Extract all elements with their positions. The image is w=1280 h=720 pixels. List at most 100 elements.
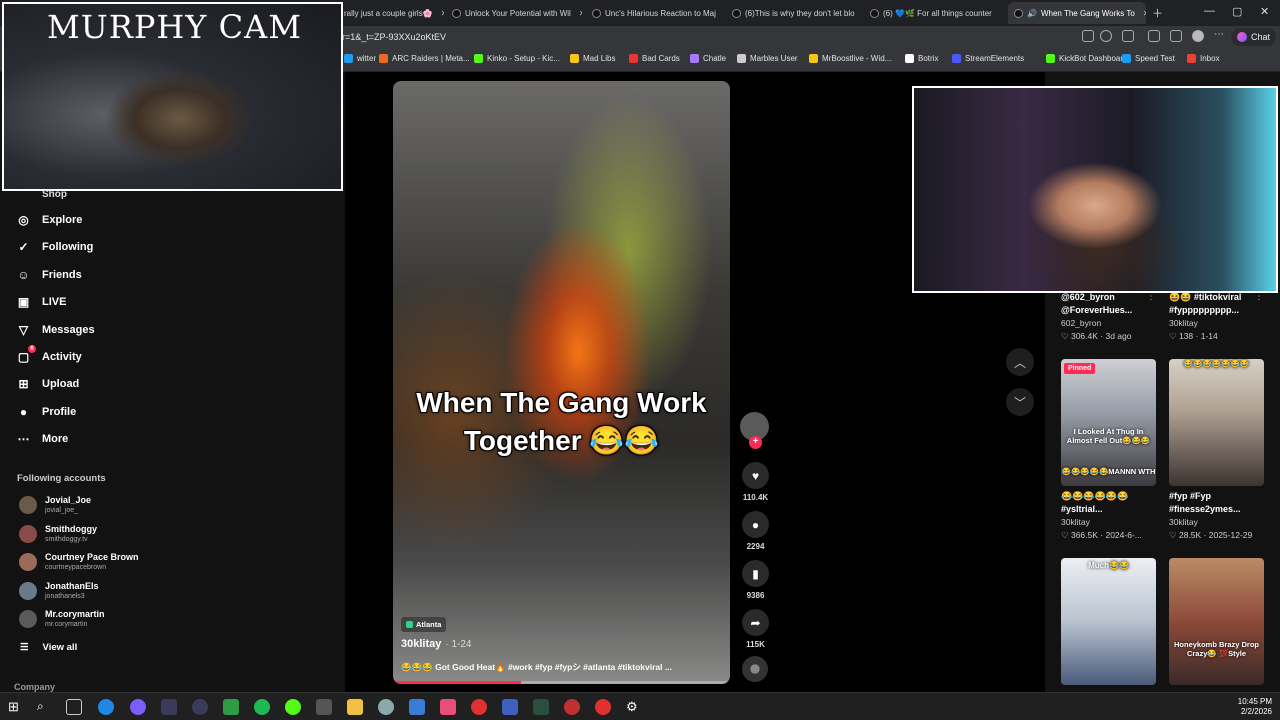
company-link[interactable]: Company xyxy=(14,682,55,692)
extension-icon[interactable] xyxy=(1122,30,1134,42)
more-icon: ⋯ xyxy=(17,432,30,447)
share-button[interactable]: ➦ 115K xyxy=(740,609,771,649)
sidebar-item-shop[interactable]: Shop xyxy=(42,189,67,200)
task-view-icon[interactable] xyxy=(66,699,82,715)
account-name: Courtney Pace Brown xyxy=(45,552,139,563)
view-all-button[interactable]: ☰ View all xyxy=(20,642,77,653)
sidebar-item-activity[interactable]: ▢ 6 Activity xyxy=(16,344,82,367)
bookmark-item[interactable]: Marbles User xyxy=(737,54,798,63)
app-icon[interactable] xyxy=(161,699,177,715)
next-video-button[interactable]: ﹀ xyxy=(1006,388,1034,416)
location-tag[interactable]: Atlanta xyxy=(401,617,447,632)
translate-icon[interactable] xyxy=(1082,30,1094,42)
video-thumbnail[interactable]: I Looked At Thug In Almost Fell Out😂😂😂 😂… xyxy=(1061,359,1156,486)
app-icon[interactable] xyxy=(595,699,611,715)
copilot-chat-button[interactable]: Chat xyxy=(1230,28,1276,46)
following-account[interactable]: JonathanEls jonathanels3 xyxy=(19,580,99,602)
bookmark-item[interactable]: Bad Cards xyxy=(629,54,680,63)
sidebar-item-more[interactable]: ⋯ More xyxy=(16,429,69,449)
windows-start-icon[interactable]: ⊞ xyxy=(8,699,24,715)
sidebar-item-friends[interactable]: ☺ Friends xyxy=(16,265,81,285)
app-icon[interactable] xyxy=(130,699,146,715)
split-screen-icon[interactable] xyxy=(1170,30,1182,42)
bookmark-item[interactable]: KickBot Dashboard xyxy=(1046,54,1127,63)
file-explorer-icon[interactable] xyxy=(347,699,363,715)
like-button[interactable]: ♥ 110.4K xyxy=(740,462,771,502)
bookmark-item[interactable]: StreamElements xyxy=(952,54,1024,63)
video-author[interactable]: 30klitay · 1-24 xyxy=(401,638,472,650)
video-thumbnail[interactable]: Honeykomb Brazy Drop Crazy😂 💯Style xyxy=(1169,558,1264,685)
video-progress-bar[interactable] xyxy=(393,681,730,684)
video-thumbnail[interactable]: 😂😂😂😂😂😂😂 xyxy=(1169,359,1264,486)
search-icon[interactable]: ⌕ xyxy=(37,699,53,715)
app-icon[interactable] xyxy=(192,699,208,715)
avatar xyxy=(19,496,37,514)
bookmark-item[interactable]: MrBoostlive - Wid... xyxy=(809,54,891,63)
bookmark-item[interactable]: Inbox xyxy=(1187,54,1220,63)
browser-tab-active[interactable]: 🔊When The Gang Works To ✕ xyxy=(1008,2,1146,24)
browser-tab[interactable]: (6)This is why they don't let blo✕ xyxy=(732,4,860,22)
bookmark-item[interactable]: Mad Libs xyxy=(570,54,615,63)
music-disc-icon[interactable] xyxy=(742,656,768,682)
app-icon[interactable] xyxy=(440,699,456,715)
sidebar-item-following[interactable]: ✓ Following xyxy=(16,237,93,257)
bookmark-item[interactable]: Kinko - Setup - Kic... xyxy=(474,54,560,63)
app-icon[interactable] xyxy=(502,699,518,715)
sidebar-item-upload[interactable]: ⊞ Upload xyxy=(16,374,79,394)
follow-plus-icon[interactable]: + xyxy=(749,436,762,449)
bookmark-item[interactable]: Botrix xyxy=(905,54,938,63)
video-author: 30klitay xyxy=(1169,517,1198,527)
sidebar-item-explore[interactable]: ◎ Explore xyxy=(16,210,82,230)
video-player[interactable]: When The Gang Work Together 😂😂 Atlanta 3… xyxy=(393,81,730,684)
app-icon[interactable] xyxy=(533,699,549,715)
app-icon[interactable] xyxy=(564,699,580,715)
url-field[interactable]: r=1&_t=ZP-93XXu2oKtEV xyxy=(342,29,1102,45)
new-tab-button[interactable]: ＋ xyxy=(1152,5,1163,21)
star-icon[interactable] xyxy=(1100,30,1112,42)
copilot-icon xyxy=(1236,32,1247,42)
video-card-meta[interactable]: #fyp #Fyp #finesse2ymes... 30klitay ♡ 28… xyxy=(1169,490,1269,542)
video-card-meta[interactable]: 😂😂😂😂😂😂 #ysltrial... 30klitay ♡ 366.5K · … xyxy=(1061,490,1161,542)
app-icon[interactable] xyxy=(378,699,394,715)
bookmark-item[interactable]: ARC Raiders | Meta... xyxy=(379,54,470,63)
close-icon[interactable]: ✕ xyxy=(1143,9,1146,18)
browser-tab[interactable]: Unlock Your Potential with Wil ✕ xyxy=(452,4,582,22)
app-icon[interactable] xyxy=(223,699,239,715)
settings-gear-icon[interactable]: ⚙ xyxy=(626,699,642,715)
avatar[interactable] xyxy=(1192,30,1204,42)
following-account[interactable]: Courtney Pace Brown courtneypacebrown xyxy=(19,551,139,573)
maximize-button[interactable]: ▢ xyxy=(1232,5,1242,18)
video-stats: ♡ 28.5K · 2025-12-29 xyxy=(1169,530,1253,540)
sidebar-item-profile[interactable]: ● Profile xyxy=(16,402,76,422)
minimize-button[interactable]: — xyxy=(1204,5,1215,17)
menu-dots-icon[interactable]: ⋯ xyxy=(1214,30,1226,42)
close-icon[interactable]: ✕ xyxy=(441,9,444,18)
app-icon[interactable] xyxy=(285,699,301,715)
browser-tab[interactable]: Unc's Hilarious Reaction to Maj✕ xyxy=(592,4,722,22)
spotify-icon[interactable] xyxy=(254,699,270,715)
app-icon[interactable] xyxy=(316,699,332,715)
bookmark-item[interactable]: witter xyxy=(344,54,376,63)
following-account[interactable]: Mr.corymartin mr.corymartin xyxy=(19,608,105,630)
app-icon[interactable] xyxy=(471,699,487,715)
system-clock[interactable]: 10:45 PM 2/2/2026 xyxy=(1238,697,1272,717)
save-button[interactable]: ▮ 9386 xyxy=(740,560,771,600)
previous-video-button[interactable]: ︿ xyxy=(1006,348,1034,376)
close-icon[interactable]: ✕ xyxy=(579,9,582,18)
comment-button[interactable]: ● 2294 xyxy=(740,511,771,551)
bookmark-item[interactable]: Speed Test xyxy=(1122,54,1175,63)
edge-icon[interactable] xyxy=(98,699,114,715)
window-close-button[interactable]: ✕ xyxy=(1260,5,1269,18)
browser-tab[interactable]: rally just a couple girls🌸 ✕ xyxy=(344,4,444,22)
sidebar-item-messages[interactable]: ▽ Messages xyxy=(16,320,95,340)
following-account[interactable]: Jovial_Joe jovial_joe_ xyxy=(19,494,91,516)
bookmark-item[interactable]: Chatle xyxy=(690,54,726,63)
extensions-puzzle-icon[interactable] xyxy=(1148,30,1160,42)
following-account[interactable]: Smithdoggy smithdoggy.tv xyxy=(19,523,97,545)
speaker-icon[interactable]: 🔊 xyxy=(1027,9,1037,18)
app-icon[interactable] xyxy=(409,699,425,715)
browser-tab[interactable]: (6) 💙🌿 For all things counter✕ xyxy=(870,4,1000,22)
video-thumbnail[interactable]: Much😂😂 xyxy=(1061,558,1156,685)
sidebar-item-live[interactable]: ▣ LIVE xyxy=(16,292,67,312)
sidebar-item-label: Upload xyxy=(42,378,80,391)
